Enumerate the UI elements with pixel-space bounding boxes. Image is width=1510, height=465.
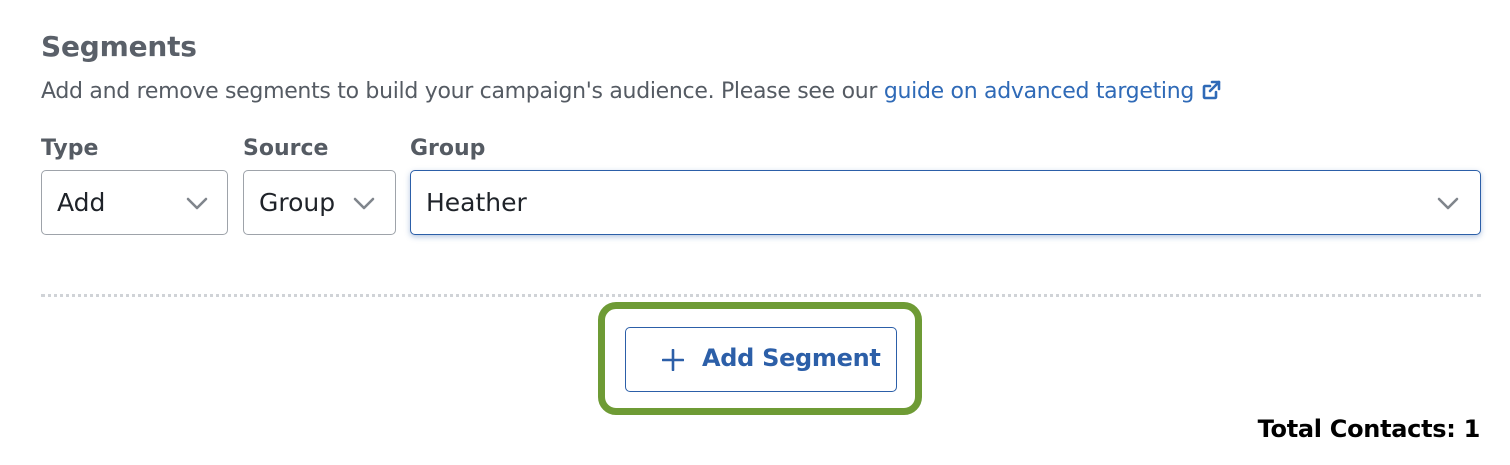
source-select[interactable]: Group: [243, 170, 396, 235]
type-select[interactable]: Add: [41, 170, 228, 235]
chevron-down-icon: [186, 196, 208, 215]
segments-title: Segments: [41, 30, 197, 63]
external-link-icon: [1200, 79, 1222, 107]
chevron-down-icon: [353, 196, 375, 215]
group-label: Group: [410, 136, 486, 161]
section-divider: [41, 294, 1481, 297]
plus-icon: [661, 348, 685, 375]
segments-description: Add and remove segments to build your ca…: [41, 79, 1222, 107]
guide-link[interactable]: guide on advanced targeting: [884, 79, 1222, 104]
source-label: Source: [243, 136, 329, 161]
chevron-down-icon: [1437, 196, 1459, 215]
group-select-value: Heather: [426, 188, 527, 217]
add-segment-label: Add Segment: [702, 344, 881, 372]
group-select[interactable]: Heather: [410, 170, 1481, 235]
total-contacts: Total Contacts: 1: [1257, 415, 1481, 443]
source-select-value: Group: [259, 188, 336, 217]
description-text: Add and remove segments to build your ca…: [41, 79, 884, 104]
guide-link-label: guide on advanced targeting: [883, 79, 1195, 104]
type-label: Type: [41, 136, 99, 161]
type-select-value: Add: [57, 188, 106, 217]
add-segment-button[interactable]: Add Segment: [625, 327, 897, 392]
